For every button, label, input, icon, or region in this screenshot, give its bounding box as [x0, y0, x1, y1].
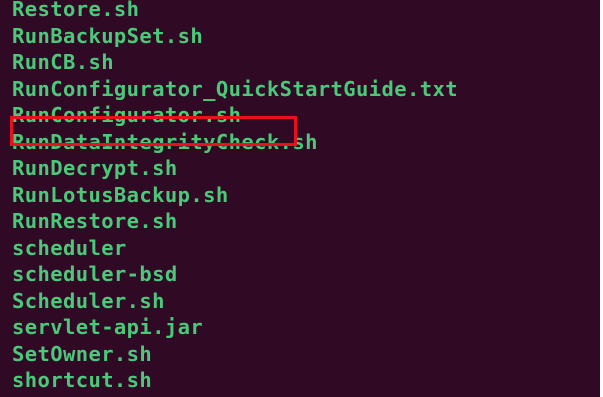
- file-entry-scheduler-bsd: scheduler-bsd: [12, 262, 178, 286]
- file-entry-runconfigurator-quickstartguide-txt: RunConfigurator_QuickStartGuide.txt: [12, 76, 458, 101]
- file-entry-servlet-api-jar: servlet-api.jar: [12, 315, 204, 339]
- file-entry-runlotusbackup-sh: RunLotusBackup.sh: [12, 182, 229, 207]
- file-entry-rundataintegritycheck-sh: RunDataIntegrityCheck.sh: [12, 129, 318, 154]
- file-entry-setowner-sh: SetOwner.sh: [12, 341, 153, 366]
- file-entry-shortcut-sh: shortcut.sh: [12, 368, 153, 392]
- terminal-window[interactable]: Restore.sh RunBackupSet.sh RunCB.sh RunC…: [0, 0, 600, 397]
- file-entry-runconfigurator-sh: RunConfigurator.sh: [12, 103, 242, 127]
- file-entry-runcb-sh: RunCB.sh: [12, 50, 114, 74]
- file-entry-scheduler: scheduler: [12, 235, 127, 260]
- file-entry-runbackupset-sh: RunBackupSet.sh: [12, 23, 204, 48]
- file-entry-scheduler-sh: Scheduler.sh: [12, 288, 165, 313]
- file-entry-restore-sh: Restore.sh: [12, 0, 140, 21]
- file-entry-rundecrypt-sh: RunDecrypt.sh: [12, 156, 178, 180]
- file-listing: Restore.sh RunBackupSet.sh RunCB.sh RunC…: [12, 0, 458, 394]
- file-entry-runrestore-sh: RunRestore.sh: [12, 209, 178, 233]
